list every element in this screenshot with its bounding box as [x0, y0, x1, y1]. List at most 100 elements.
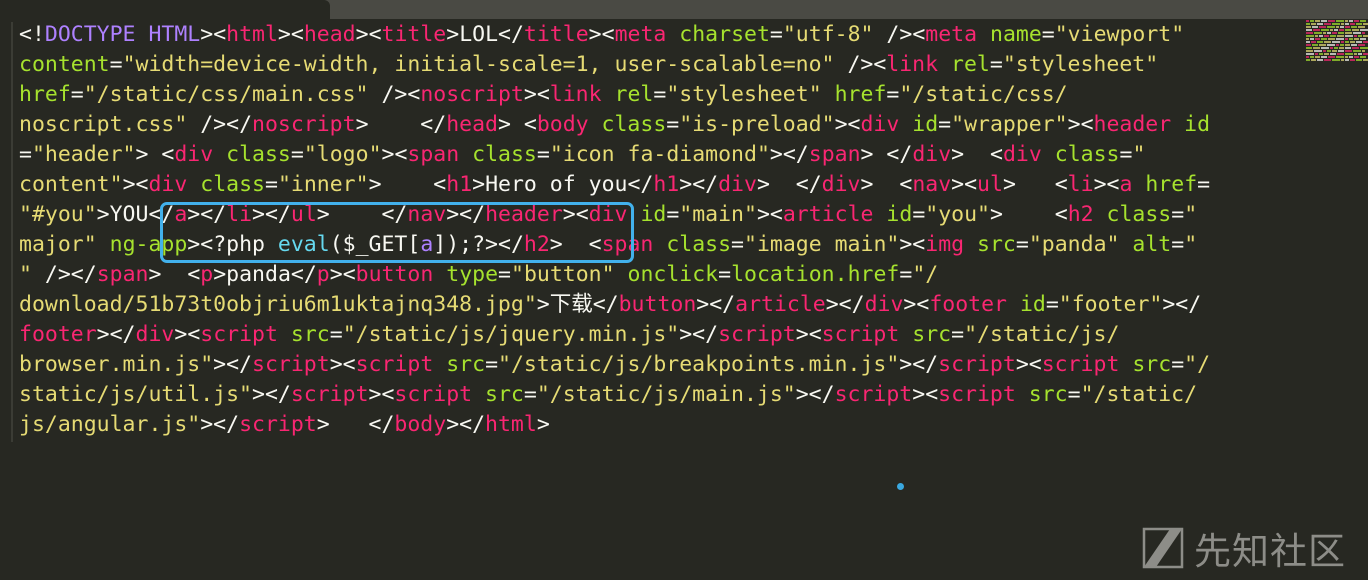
plain-token: =: [951, 322, 965, 347]
plain-token: <: [342, 352, 356, 377]
minimap-strip: [1360, 29, 1368, 31]
plain-token: > </: [316, 412, 395, 437]
plain-token: <: [433, 172, 447, 197]
plain-token: >LOL</: [446, 22, 524, 47]
tag-token: div: [860, 112, 900, 137]
minimap-strip: [1345, 32, 1352, 34]
plain-token: >: [329, 262, 343, 287]
minimap-strip: [1310, 20, 1314, 22]
minimap-strip: [1352, 47, 1359, 49]
plain-token: =: [989, 52, 1003, 77]
plain-token: >: [122, 172, 136, 197]
editor-tab[interactable]: ' ' ': [0, 0, 330, 19]
plain-token: =: [886, 82, 900, 107]
minimap-strip: [1330, 29, 1333, 31]
plain-token: >: [523, 82, 537, 107]
tag-token: div: [821, 172, 861, 197]
plain-token: >Hero of you</: [472, 172, 654, 197]
minimap-strip: [1360, 56, 1366, 58]
minimap[interactable]: [1306, 20, 1368, 66]
plain-token: =: [912, 202, 926, 227]
plain-token: =: [1197, 172, 1211, 197]
minimap-strip: [1345, 20, 1348, 22]
string-token: "icon fa-diamond": [549, 142, 770, 167]
minimap-strip: [1311, 59, 1316, 61]
plain-token: ><: [1093, 172, 1120, 197]
plain-token: ></: [200, 412, 240, 437]
plain-token: =: [523, 382, 537, 407]
attribute-token: class: [1106, 202, 1172, 227]
attribute-token: type: [446, 262, 499, 287]
plain-token: ></: [252, 382, 291, 407]
minimap-strip: [1350, 23, 1355, 25]
plain-token: =: [1171, 352, 1185, 377]
minimap-strip: [1306, 32, 1313, 34]
plain-token: >: [912, 382, 926, 407]
minimap-strip: [1341, 59, 1344, 61]
tag-token: header: [1093, 112, 1172, 137]
xianzhi-logo-icon: [1142, 527, 1184, 569]
tag-token: div: [864, 292, 904, 317]
plain-token: ></: [696, 292, 736, 317]
code-editor-window: ' ' ' <!DOCTYPE HTML><html><head><title>…: [0, 0, 1368, 580]
plain-token: >: [1015, 352, 1029, 377]
minimap-strip: [1315, 35, 1318, 37]
minimap-strip: [1315, 38, 1320, 40]
tag-token: span: [96, 262, 149, 287]
string-token: "/: [1184, 352, 1211, 377]
minimap-strip: [1360, 47, 1368, 49]
plain-token: <: [161, 142, 175, 167]
plain-token: =: [718, 262, 732, 287]
tag-token: html: [485, 412, 537, 437]
minimap-strip: [1345, 59, 1349, 61]
minimap-strip: [1339, 47, 1344, 49]
minimap-strip: [1312, 26, 1318, 28]
minimap-strip: [1358, 53, 1362, 55]
minimap-strip: [1345, 26, 1350, 28]
attribute-token: charset: [679, 22, 770, 47]
tag-token: script: [252, 352, 330, 377]
minimap-strip: [1337, 53, 1344, 55]
string-token: "inner": [277, 172, 369, 197]
plain-token: <: [394, 142, 408, 167]
string-token: static/js/util.js": [19, 382, 252, 407]
plain-token: <: [135, 172, 149, 197]
minimap-strip: [1340, 26, 1344, 28]
minimap-strip: [1337, 35, 1344, 37]
plain-token: ></: [679, 172, 719, 197]
plain-token: <: [990, 142, 1003, 167]
plain-token: <: [523, 112, 537, 137]
minimap-strip: [1351, 44, 1357, 46]
plain-token: =: [666, 112, 680, 137]
plain-token: > </: [860, 142, 913, 167]
minimap-strip: [1313, 29, 1320, 31]
tag-token: div: [135, 322, 175, 347]
minimap-strip: [1336, 20, 1344, 22]
code-line: content="width=device-width, initial-sca…: [19, 50, 1309, 80]
minimap-strip: [1321, 47, 1329, 49]
plain-token: <: [342, 262, 356, 287]
minimap-strip: [1341, 41, 1344, 43]
plain-token: <: [536, 82, 550, 107]
minimap-strip: [1360, 20, 1366, 22]
tag-token: meta: [925, 22, 978, 47]
tag-token: meta: [614, 22, 667, 47]
string-token: "main": [679, 202, 757, 227]
plain-token: =: [938, 112, 952, 137]
tag-token: script: [239, 412, 317, 437]
plain-token: =: [329, 322, 343, 347]
string-token: "stylesheet": [1002, 52, 1159, 77]
tab-title: ' ' ': [96, 0, 113, 7]
plain-token: >: [769, 142, 783, 167]
plain-token: ></: [795, 382, 835, 407]
string-token: ": [1184, 202, 1198, 227]
attribute-token: rel: [614, 82, 654, 107]
plain-token: >: [899, 232, 913, 257]
minimap-strip: [1354, 20, 1359, 22]
minimap-strip: [1306, 29, 1312, 31]
plain-token: ></: [96, 322, 136, 347]
